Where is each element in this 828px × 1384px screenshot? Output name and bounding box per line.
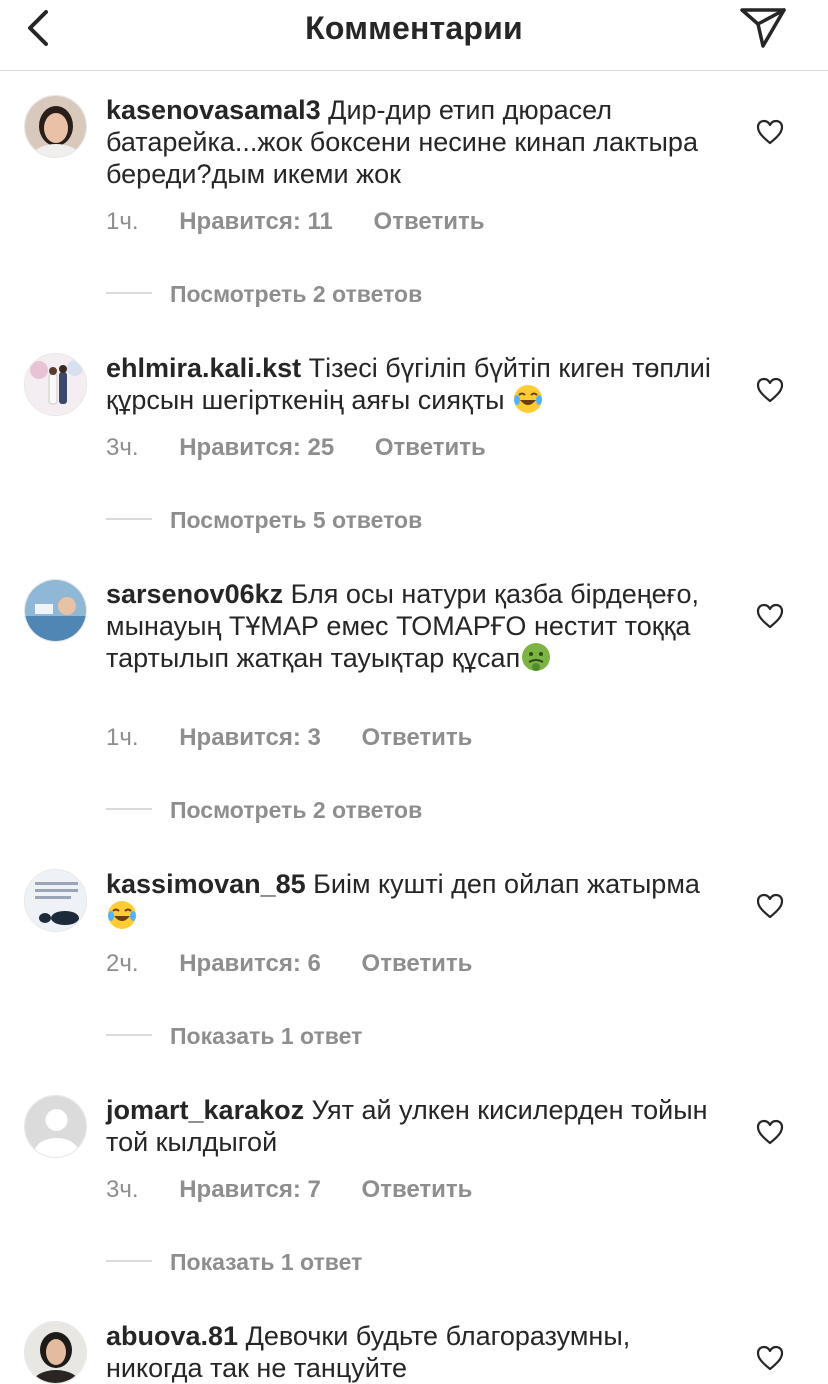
comment-meta: 3ч. Нравится: 25 Ответить [106, 434, 520, 462]
share-button[interactable] [738, 4, 788, 50]
like-button[interactable] [756, 893, 784, 919]
likes-count[interactable]: Нравится: 7 [179, 1176, 321, 1203]
comment-username[interactable]: abuova.81 [106, 1321, 238, 1351]
nauseated-face-emoji-icon [522, 642, 551, 671]
comment-username[interactable]: sarsenov06kz [106, 579, 283, 609]
view-replies-label: Посмотреть 2 ответов [170, 797, 423, 823]
view-replies-label: Посмотреть 5 ответов [170, 507, 423, 533]
comment-time: 2ч. [106, 950, 139, 977]
comment-username[interactable]: kassimovan_85 [106, 869, 306, 899]
comment-username[interactable]: kasenovasamal3 [106, 95, 321, 125]
like-button[interactable] [756, 377, 784, 403]
comment-time: 3ч. [106, 434, 139, 461]
divider [106, 807, 152, 810]
view-replies-label: Посмотреть 2 ответов [170, 281, 423, 307]
likes-count[interactable]: Нравится: 6 [179, 950, 321, 977]
user-photo-icon [25, 354, 86, 415]
page-title: Комментарии [305, 10, 523, 46]
heart-outline-icon [756, 1345, 784, 1371]
divider [106, 291, 152, 294]
view-replies-button[interactable]: Посмотреть 2 ответов [106, 797, 422, 824]
comment-time: 1ч. [106, 208, 139, 235]
avatar[interactable] [24, 1321, 87, 1384]
like-button[interactable] [756, 1345, 784, 1371]
heart-outline-icon [756, 893, 784, 919]
view-replies-label: Показать 1 ответ [170, 1249, 363, 1275]
view-replies-button[interactable]: Показать 1 ответ [106, 1023, 362, 1050]
tears-of-joy-emoji-icon [514, 384, 543, 413]
divider [106, 517, 152, 520]
avatar[interactable] [24, 95, 87, 158]
likes-count[interactable]: Нравится: 11 [179, 208, 333, 235]
header-bar: Комментарии [0, 0, 828, 71]
comment-time: 1ч. [106, 724, 139, 751]
avatar[interactable] [24, 579, 87, 642]
comment-time: 3ч. [106, 1176, 139, 1203]
like-button[interactable] [756, 603, 784, 629]
comment-meta: 1ч. Нравится: 3 Ответить [106, 724, 506, 752]
heart-outline-icon [756, 377, 784, 403]
likes-count[interactable]: Нравится: 25 [179, 434, 334, 461]
reply-button[interactable]: Ответить [362, 1176, 473, 1203]
view-replies-button[interactable]: Посмотреть 5 ответов [106, 507, 422, 534]
reply-button[interactable]: Ответить [374, 208, 485, 235]
reply-button[interactable]: Ответить [362, 724, 473, 751]
comment-meta: 1ч. Нравится: 11 Ответить [106, 208, 518, 236]
user-photo-icon [25, 96, 86, 157]
heart-outline-icon [756, 119, 784, 145]
view-replies-label: Показать 1 ответ [170, 1023, 363, 1049]
comment-username[interactable]: ehlmira.kali.kst [106, 353, 301, 383]
view-replies-button[interactable]: Посмотреть 2 ответов [106, 281, 422, 308]
avatar[interactable] [24, 1095, 87, 1158]
comment-meta: 3ч. Нравится: 7 Ответить [106, 1176, 506, 1204]
comment-text: Биім кушті деп ойлап жатырма [313, 869, 700, 899]
heart-outline-icon [756, 1119, 784, 1145]
like-button[interactable] [756, 1119, 784, 1145]
reply-button[interactable]: Ответить [375, 434, 486, 461]
default-avatar-icon [25, 1096, 86, 1157]
divider [106, 1033, 152, 1036]
heart-outline-icon [756, 603, 784, 629]
user-photo-icon [25, 1322, 86, 1383]
avatar[interactable] [24, 869, 87, 932]
user-photo-icon [25, 870, 86, 931]
comment-username[interactable]: jomart_karakoz [106, 1095, 304, 1125]
view-replies-button[interactable]: Показать 1 ответ [106, 1249, 362, 1276]
like-button[interactable] [756, 119, 784, 145]
divider [106, 1259, 152, 1262]
tears-of-joy-emoji-icon [108, 900, 136, 929]
user-photo-icon [25, 580, 86, 641]
comment-meta: 2ч. Нравится: 6 Ответить [106, 950, 506, 978]
likes-count[interactable]: Нравится: 3 [179, 724, 321, 751]
reply-button[interactable]: Ответить [362, 950, 473, 977]
paper-plane-icon [740, 8, 786, 48]
avatar[interactable] [24, 353, 87, 416]
